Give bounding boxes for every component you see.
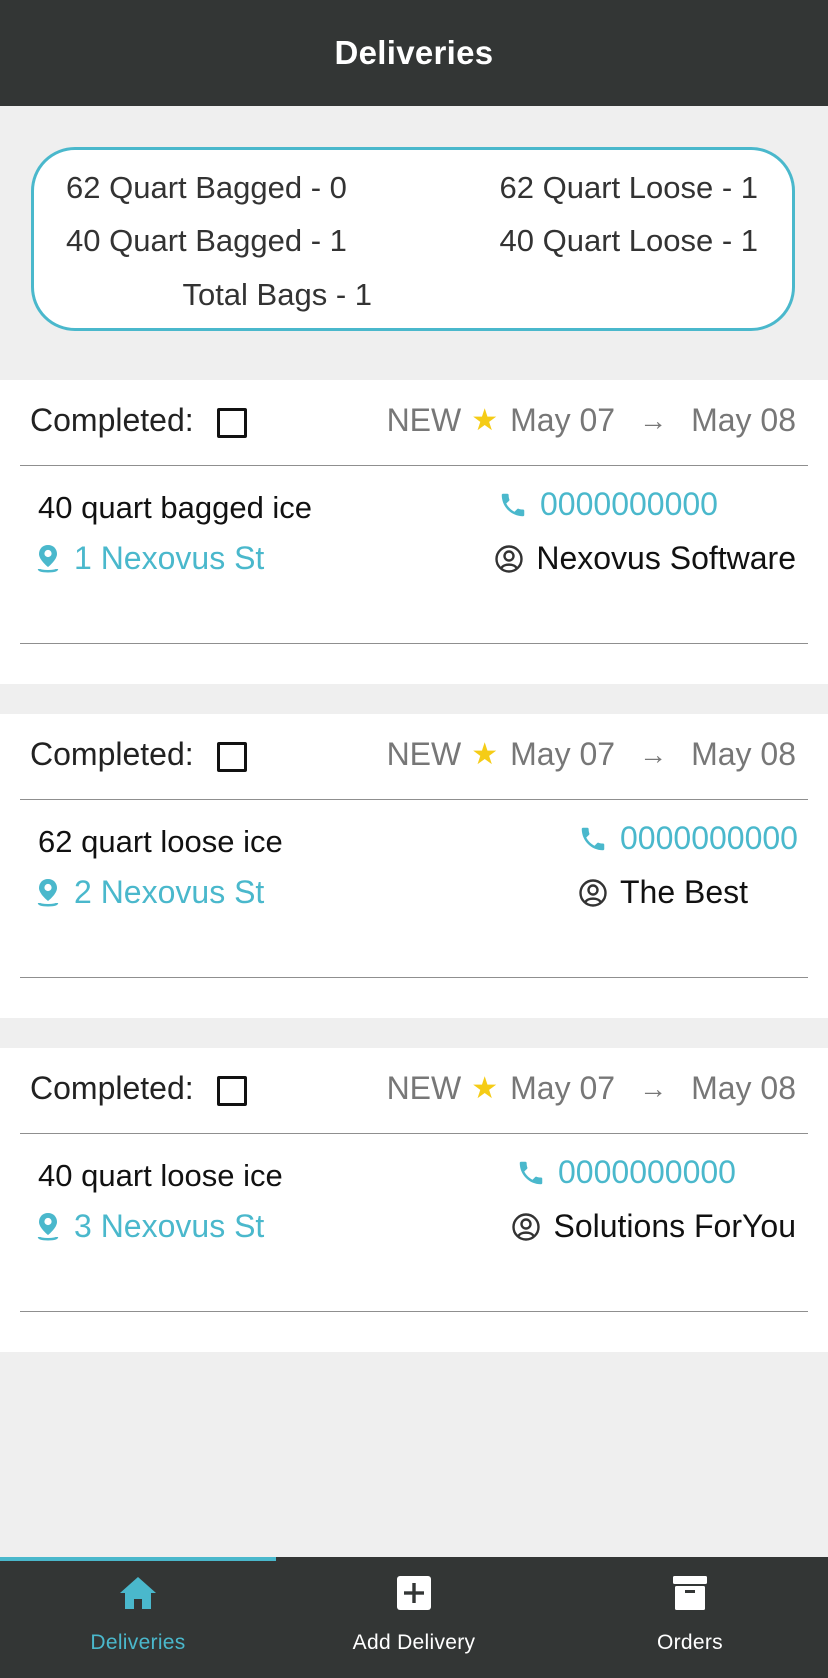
- tab-label: Add Delivery: [352, 1631, 476, 1654]
- completed-checkbox[interactable]: [217, 742, 247, 772]
- address-text: 2 Nexovus St: [74, 874, 265, 910]
- customer: Nexovus Software: [494, 540, 796, 577]
- user-circle-icon: [495, 544, 524, 573]
- date-from: May 07: [510, 402, 616, 438]
- arrow-right-icon: →: [639, 1072, 668, 1104]
- phone-number: 0000000000: [558, 1154, 736, 1190]
- completed-checkbox[interactable]: [217, 408, 247, 438]
- address-text: 3 Nexovus St: [74, 1208, 265, 1244]
- phone-link[interactable]: 0000000000: [578, 820, 798, 857]
- date-to: May 08: [691, 402, 796, 438]
- bottom-tab-bar: Deliveries Add Delivery Orders: [0, 1557, 828, 1678]
- tab-label: Deliveries: [90, 1631, 186, 1654]
- summary-40-bagged: 40 Quart Bagged - 1: [66, 223, 347, 258]
- phone-icon: [501, 493, 525, 516]
- address-link[interactable]: 2 Nexovus St: [36, 874, 264, 911]
- map-pin-icon: [37, 878, 59, 906]
- arrow-right-icon: →: [639, 738, 668, 770]
- phone-icon: [581, 827, 605, 850]
- delivery-card[interactable]: Completed: NEW ★ May 07 → May 08 62 quar…: [0, 714, 828, 1018]
- divider: [20, 643, 808, 644]
- item-name: 40 quart loose ice: [38, 1158, 283, 1193]
- plus-square-icon: [397, 1576, 431, 1610]
- tab-label: Orders: [657, 1631, 723, 1654]
- date-from: May 07: [510, 736, 616, 772]
- page-title: Deliveries: [334, 34, 494, 71]
- customer: The Best: [578, 874, 748, 911]
- status-label: NEW: [386, 736, 462, 772]
- date-from: May 07: [510, 1070, 616, 1106]
- user-circle-icon: [512, 1212, 541, 1241]
- summary-total-bags: Total Bags - 1: [182, 277, 372, 312]
- completed-label: Completed:: [30, 736, 194, 772]
- star-icon: ★: [471, 1072, 499, 1105]
- summary-panel: 62 Quart Bagged - 0 40 Quart Bagged - 1 …: [31, 147, 795, 331]
- map-pin-icon: [37, 1212, 59, 1240]
- map-pin-icon: [37, 544, 59, 572]
- summary-40-loose: 40 Quart Loose - 1: [499, 223, 759, 258]
- delivery-card-header: Completed: NEW ★ May 07 → May 08: [0, 380, 828, 464]
- customer-name: The Best: [620, 874, 749, 910]
- star-icon: ★: [471, 404, 499, 437]
- divider: [20, 977, 808, 978]
- customer: Solutions ForYou: [511, 1208, 796, 1245]
- tab-orders[interactable]: Orders: [552, 1557, 828, 1678]
- item-name: 40 quart bagged ice: [38, 490, 313, 525]
- user-circle-icon: [579, 878, 607, 907]
- divider: [20, 465, 808, 466]
- item-name: 62 quart loose ice: [38, 824, 283, 859]
- archive-box-icon: [673, 1576, 707, 1610]
- completed-label: Completed:: [30, 402, 194, 438]
- address-text: 1 Nexovus St: [74, 540, 265, 576]
- divider: [20, 1311, 808, 1312]
- customer-name: Solutions ForYou: [553, 1208, 796, 1244]
- phone-number: 0000000000: [540, 486, 718, 522]
- arrow-right-icon: →: [639, 404, 668, 436]
- address-link[interactable]: 3 Nexovus St: [36, 1208, 264, 1245]
- divider: [20, 1133, 808, 1134]
- summary-62-loose: 62 Quart Loose - 1: [499, 170, 759, 205]
- phone-number: 0000000000: [620, 820, 798, 856]
- status-label: NEW: [386, 402, 462, 438]
- completed-checkbox[interactable]: [217, 1076, 247, 1106]
- home-icon: [120, 1577, 156, 1609]
- delivery-meta: NEW ★ May 07 → May 08: [387, 402, 796, 439]
- phone-link[interactable]: 0000000000: [498, 486, 718, 523]
- delivery-card[interactable]: Completed: NEW ★ May 07 → May 08 40 quar…: [0, 380, 828, 684]
- tab-add-delivery[interactable]: Add Delivery: [276, 1557, 552, 1678]
- completed-label: Completed:: [30, 1070, 194, 1106]
- date-to: May 08: [691, 736, 796, 772]
- tab-deliveries[interactable]: Deliveries: [0, 1557, 276, 1678]
- delivery-card-header: Completed: NEW ★ May 07 → May 08: [0, 714, 828, 798]
- phone-icon: [519, 1161, 543, 1184]
- delivery-card-header: Completed: NEW ★ May 07 → May 08: [0, 1048, 828, 1132]
- delivery-card[interactable]: Completed: NEW ★ May 07 → May 08 40 quar…: [0, 1048, 828, 1352]
- delivery-meta: NEW ★ May 07 → May 08: [387, 736, 796, 773]
- status-label: NEW: [386, 1070, 462, 1106]
- summary-62-bagged: 62 Quart Bagged - 0: [66, 170, 347, 205]
- app-header: Deliveries: [0, 0, 828, 106]
- delivery-meta: NEW ★ May 07 → May 08: [387, 1070, 796, 1107]
- date-to: May 08: [691, 1070, 796, 1106]
- customer-name: Nexovus Software: [536, 540, 796, 576]
- phone-link[interactable]: 0000000000: [516, 1154, 736, 1191]
- divider: [20, 799, 808, 800]
- address-link[interactable]: 1 Nexovus St: [36, 540, 264, 577]
- star-icon: ★: [471, 738, 499, 771]
